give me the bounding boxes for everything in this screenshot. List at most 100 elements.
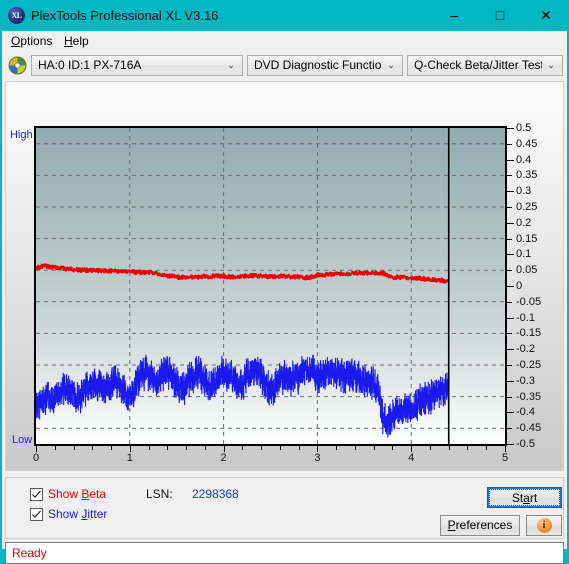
y-axis-tick bbox=[507, 444, 514, 445]
info-icon: i bbox=[536, 518, 552, 533]
x-axis-tick bbox=[467, 446, 469, 450]
axis-label-low: Low bbox=[12, 434, 33, 446]
checkmark-icon bbox=[32, 490, 41, 498]
axis-label-high: High bbox=[10, 129, 33, 141]
y-axis-tick-label: 0.2 bbox=[516, 216, 532, 229]
x-axis-tick bbox=[298, 446, 300, 450]
x-axis-tick-label: 3 bbox=[314, 452, 321, 464]
checkmark-icon bbox=[32, 510, 41, 518]
menu-bar: Options Help bbox=[2, 31, 567, 51]
y-axis-tick-label: -0.5 bbox=[516, 438, 535, 450]
x-axis-tick-label: 2 bbox=[220, 452, 227, 464]
y-axis-tick-label: 0.25 bbox=[516, 201, 538, 213]
start-button[interactable]: Start bbox=[487, 487, 562, 508]
x-axis-tick bbox=[111, 446, 113, 450]
info-button[interactable]: i bbox=[526, 515, 562, 536]
x-axis-tick bbox=[448, 446, 450, 450]
plot-canvas bbox=[36, 128, 505, 444]
y-axis-tick bbox=[507, 207, 512, 208]
beta-jitter-plot[interactable] bbox=[34, 126, 507, 446]
y-axis-tick bbox=[507, 428, 512, 430]
y-axis-tick bbox=[507, 412, 514, 414]
close-icon: ✕ bbox=[540, 7, 552, 23]
test-select-value: Q-Check Beta/Jitter Test bbox=[414, 58, 542, 72]
show-beta-checkbox[interactable] bbox=[30, 488, 43, 501]
y-axis-tick bbox=[507, 238, 512, 240]
y-axis-tick-label: -0.45 bbox=[516, 422, 542, 435]
y-axis-tick-label: -0.4 bbox=[516, 406, 535, 419]
window-title: PlexTools Professional XL V3.16 bbox=[31, 8, 219, 23]
y-axis-tick-label: 0.15 bbox=[516, 232, 538, 245]
test-select[interactable]: Q-Check Beta/Jitter Test ⌄ bbox=[407, 55, 563, 76]
maximize-icon: □ bbox=[495, 7, 505, 23]
y-axis-tick bbox=[507, 191, 514, 193]
x-axis-tick-label: 0 bbox=[32, 452, 40, 464]
y-axis-tick-label: 0.1 bbox=[516, 248, 532, 261]
start-button-label: Start bbox=[489, 489, 560, 506]
app-icon: XL bbox=[8, 7, 25, 24]
y-axis-tick bbox=[507, 301, 512, 303]
status-bar: Ready bbox=[5, 542, 564, 564]
x-axis-tick bbox=[279, 446, 281, 450]
client-area: Options Help HA:0 ID:1 PX-716A ⌄ DVD Dia… bbox=[2, 31, 567, 564]
y-axis-tick bbox=[507, 380, 514, 382]
lsn-value: 2298368 bbox=[192, 487, 239, 501]
y-axis-tick-label: -0.35 bbox=[516, 390, 542, 403]
chevron-down-icon: ⌄ bbox=[387, 60, 395, 70]
y-axis-tick-label: 0.3 bbox=[516, 185, 532, 198]
x-axis-tick-label: 5 bbox=[501, 452, 509, 464]
y-axis-tick bbox=[507, 128, 514, 129]
y-axis-tick-label: 0.45 bbox=[516, 137, 538, 150]
x-axis-tick bbox=[336, 446, 338, 450]
chevron-down-icon: ⌄ bbox=[227, 60, 235, 70]
y-axis-tick-label: -0.2 bbox=[516, 343, 535, 356]
chart-panel: High Low 0.5 0.45 0.4 0.35 0.3 0.25 0.2 0.15 0.1… bbox=[5, 81, 564, 471]
y-axis-tick bbox=[507, 270, 512, 272]
y-axis-tick-label: 0.5 bbox=[516, 122, 532, 134]
status-text: Ready bbox=[12, 546, 47, 560]
minimize-button[interactable]: – bbox=[431, 0, 477, 31]
x-axis-tick-label: 1 bbox=[126, 452, 133, 464]
optical-disc-icon bbox=[8, 56, 27, 75]
function-select[interactable]: DVD Diagnostic Functions ⌄ bbox=[247, 55, 403, 76]
y-axis-tick-label: 0 bbox=[516, 280, 523, 292]
y-axis-tick-label: 0.35 bbox=[516, 169, 538, 182]
y-axis-tick bbox=[507, 365, 512, 366]
minimize-icon: – bbox=[450, 7, 458, 23]
y-axis-tick-label: -0.05 bbox=[516, 295, 542, 308]
x-axis-tick bbox=[148, 446, 150, 450]
x-axis-tick bbox=[392, 446, 394, 450]
x-axis-tick bbox=[261, 446, 263, 450]
drive-select[interactable]: HA:0 ID:1 PX-716A ⌄ bbox=[31, 55, 243, 76]
drive-select-value: HA:0 ID:1 PX-716A bbox=[38, 58, 142, 72]
x-axis-tick bbox=[373, 446, 375, 450]
x-axis-tick-label: 4 bbox=[408, 452, 415, 464]
x-axis-tick bbox=[54, 446, 56, 450]
x-axis-tick bbox=[242, 446, 244, 450]
menu-item-options[interactable]: Options bbox=[7, 33, 56, 49]
menu-item-help[interactable]: Help bbox=[60, 33, 93, 49]
x-axis-tick bbox=[486, 446, 488, 450]
y-axis-tick bbox=[507, 317, 514, 319]
y-axis-tick bbox=[507, 222, 514, 224]
y-axis-tick bbox=[507, 159, 514, 161]
preferences-button[interactable]: Preferences bbox=[440, 515, 520, 536]
show-jitter-checkbox[interactable] bbox=[30, 508, 43, 521]
x-axis-tick bbox=[73, 446, 75, 450]
show-beta-label: Show Beta bbox=[48, 487, 107, 501]
x-axis-tick bbox=[204, 446, 206, 450]
control-panel: Show Beta Show Jitter LSN: 2298368 Start… bbox=[5, 477, 564, 539]
y-axis-tick bbox=[507, 333, 512, 335]
show-jitter-label: Show Jitter bbox=[48, 507, 108, 521]
x-axis-tick bbox=[186, 446, 188, 450]
y-axis-tick bbox=[507, 254, 514, 256]
x-axis-tick bbox=[429, 446, 431, 450]
y-axis-tick bbox=[507, 349, 514, 351]
x-axis-tick bbox=[354, 446, 356, 450]
x-axis-tick bbox=[92, 446, 94, 450]
y-axis-tick bbox=[507, 396, 512, 398]
chevron-down-icon: ⌄ bbox=[547, 60, 555, 70]
maximize-button[interactable]: □ bbox=[477, 0, 523, 31]
application-window: XL PlexTools Professional XL V3.16 – □ ✕… bbox=[0, 0, 569, 564]
close-button[interactable]: ✕ bbox=[523, 0, 569, 31]
